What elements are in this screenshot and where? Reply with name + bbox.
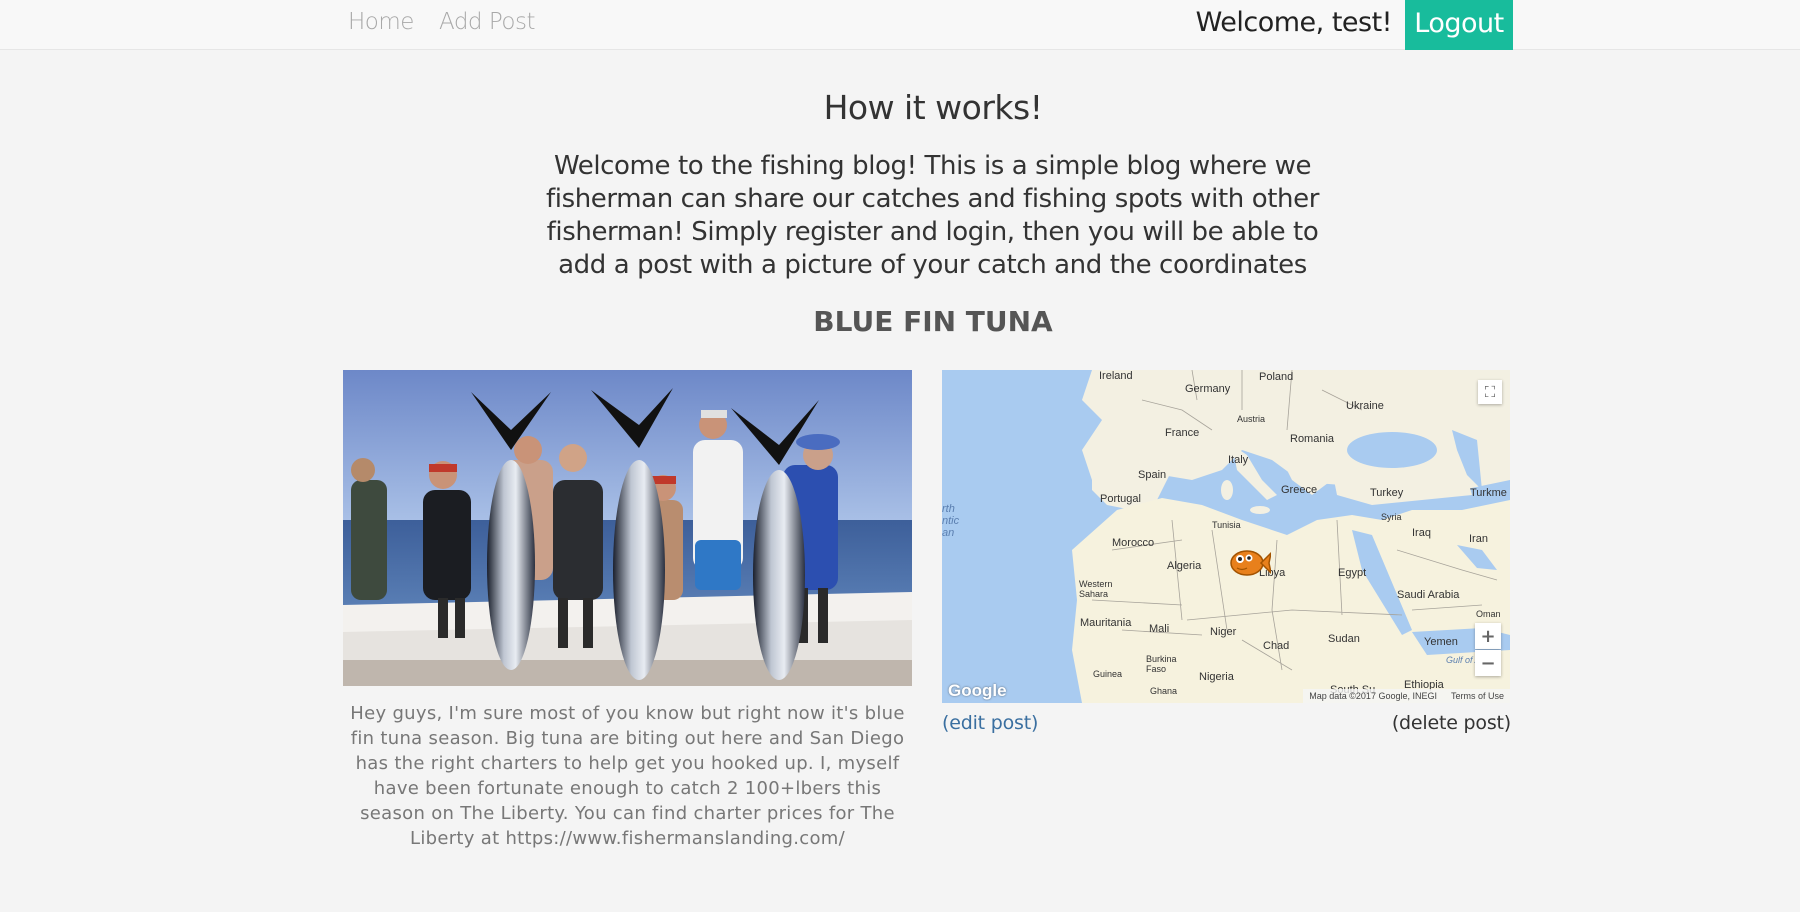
nav-home-link[interactable]: Home bbox=[348, 9, 414, 35]
map-label-ghana: Ghana bbox=[1150, 686, 1178, 696]
map-zoom-out-button[interactable]: − bbox=[1475, 650, 1501, 676]
map-label-syria: Syria bbox=[1381, 512, 1402, 522]
welcome-text: Welcome, test! bbox=[1195, 7, 1393, 38]
map-label-morocco: Morocco bbox=[1112, 537, 1155, 549]
map-label-portugal: Portugal bbox=[1100, 493, 1141, 505]
map-label-ireland: Ireland bbox=[1099, 370, 1133, 382]
map-attribution: Map data ©2017 Google, INEGI Terms of Us… bbox=[1303, 689, 1510, 703]
map-data-attribution: Map data ©2017 Google, INEGI bbox=[1309, 691, 1437, 701]
post-description: Hey guys, I'm sure most of you know but … bbox=[350, 703, 905, 849]
map-label-romania: Romania bbox=[1290, 433, 1335, 445]
map-label-north-atlantic: rth ntic an bbox=[942, 503, 960, 539]
map-label-iran: Iran bbox=[1469, 533, 1488, 545]
map-label-austria: Austria bbox=[1237, 414, 1266, 424]
page-title: How it works! bbox=[823, 88, 1043, 127]
map-label-italy: Italy bbox=[1228, 454, 1249, 466]
intro-text: Welcome to the fishing blog! This is a s… bbox=[546, 151, 1319, 280]
map-label-oman: Oman bbox=[1476, 609, 1501, 619]
map-label-greece: Greece bbox=[1281, 484, 1318, 496]
map-label-turkmen: Turkme bbox=[1470, 487, 1507, 499]
map-label-iraq: Iraq bbox=[1412, 527, 1431, 539]
fish-marker-icon[interactable] bbox=[1229, 546, 1271, 578]
google-logo: Google bbox=[948, 681, 1007, 700]
map-label-turkey: Turkey bbox=[1370, 487, 1404, 499]
map-label-guinea: Guinea bbox=[1093, 669, 1123, 679]
map-terms-link[interactable]: Terms of Use bbox=[1451, 689, 1504, 703]
map-zoom-in-button[interactable]: + bbox=[1475, 623, 1501, 649]
map-label-mali: Mali bbox=[1149, 623, 1170, 635]
map-label-poland: Poland bbox=[1259, 371, 1294, 383]
map-label-saudi-arabia: Saudi Arabia bbox=[1397, 589, 1460, 601]
map-label-burkina-faso: Burkina Faso bbox=[1146, 654, 1177, 674]
map-label-niger: Niger bbox=[1210, 626, 1237, 638]
map-label-sudan: Sudan bbox=[1328, 633, 1360, 645]
logout-button[interactable]: Logout bbox=[1405, 0, 1513, 50]
map-label-mauritania: Mauritania bbox=[1080, 617, 1132, 629]
map-label-ukraine: Ukraine bbox=[1346, 400, 1384, 412]
post-photo bbox=[343, 370, 912, 686]
map-label-western-sahara: Western Sahara bbox=[1079, 579, 1113, 599]
map-label-spain: Spain bbox=[1138, 469, 1167, 481]
map-label-algeria: Algeria bbox=[1167, 560, 1202, 572]
map-label-egypt: Egypt bbox=[1338, 567, 1367, 579]
map-label-yemen: Yemen bbox=[1424, 636, 1458, 648]
delete-post-link[interactable]: (delete post) bbox=[1392, 712, 1511, 734]
map-label-tunisia: Tunisia bbox=[1212, 520, 1241, 530]
edit-post-link[interactable]: (edit post) bbox=[942, 712, 1038, 734]
map-label-chad: Chad bbox=[1263, 640, 1290, 652]
map-fullscreen-button[interactable]: ⛶ bbox=[1478, 380, 1502, 404]
map-label-nigeria: Nigeria bbox=[1199, 671, 1234, 683]
navbar: Home Add Post Welcome, test! Logout bbox=[0, 0, 1800, 50]
map-label-france: France bbox=[1165, 427, 1200, 439]
nav-add-post-link[interactable]: Add Post bbox=[439, 9, 535, 35]
map-label-germany: Germany bbox=[1185, 383, 1231, 395]
post-title: BLUE FIN TUNA bbox=[813, 305, 1053, 338]
post-location-map[interactable]: Ireland Poland Germany Ukraine Austria F… bbox=[942, 370, 1510, 703]
